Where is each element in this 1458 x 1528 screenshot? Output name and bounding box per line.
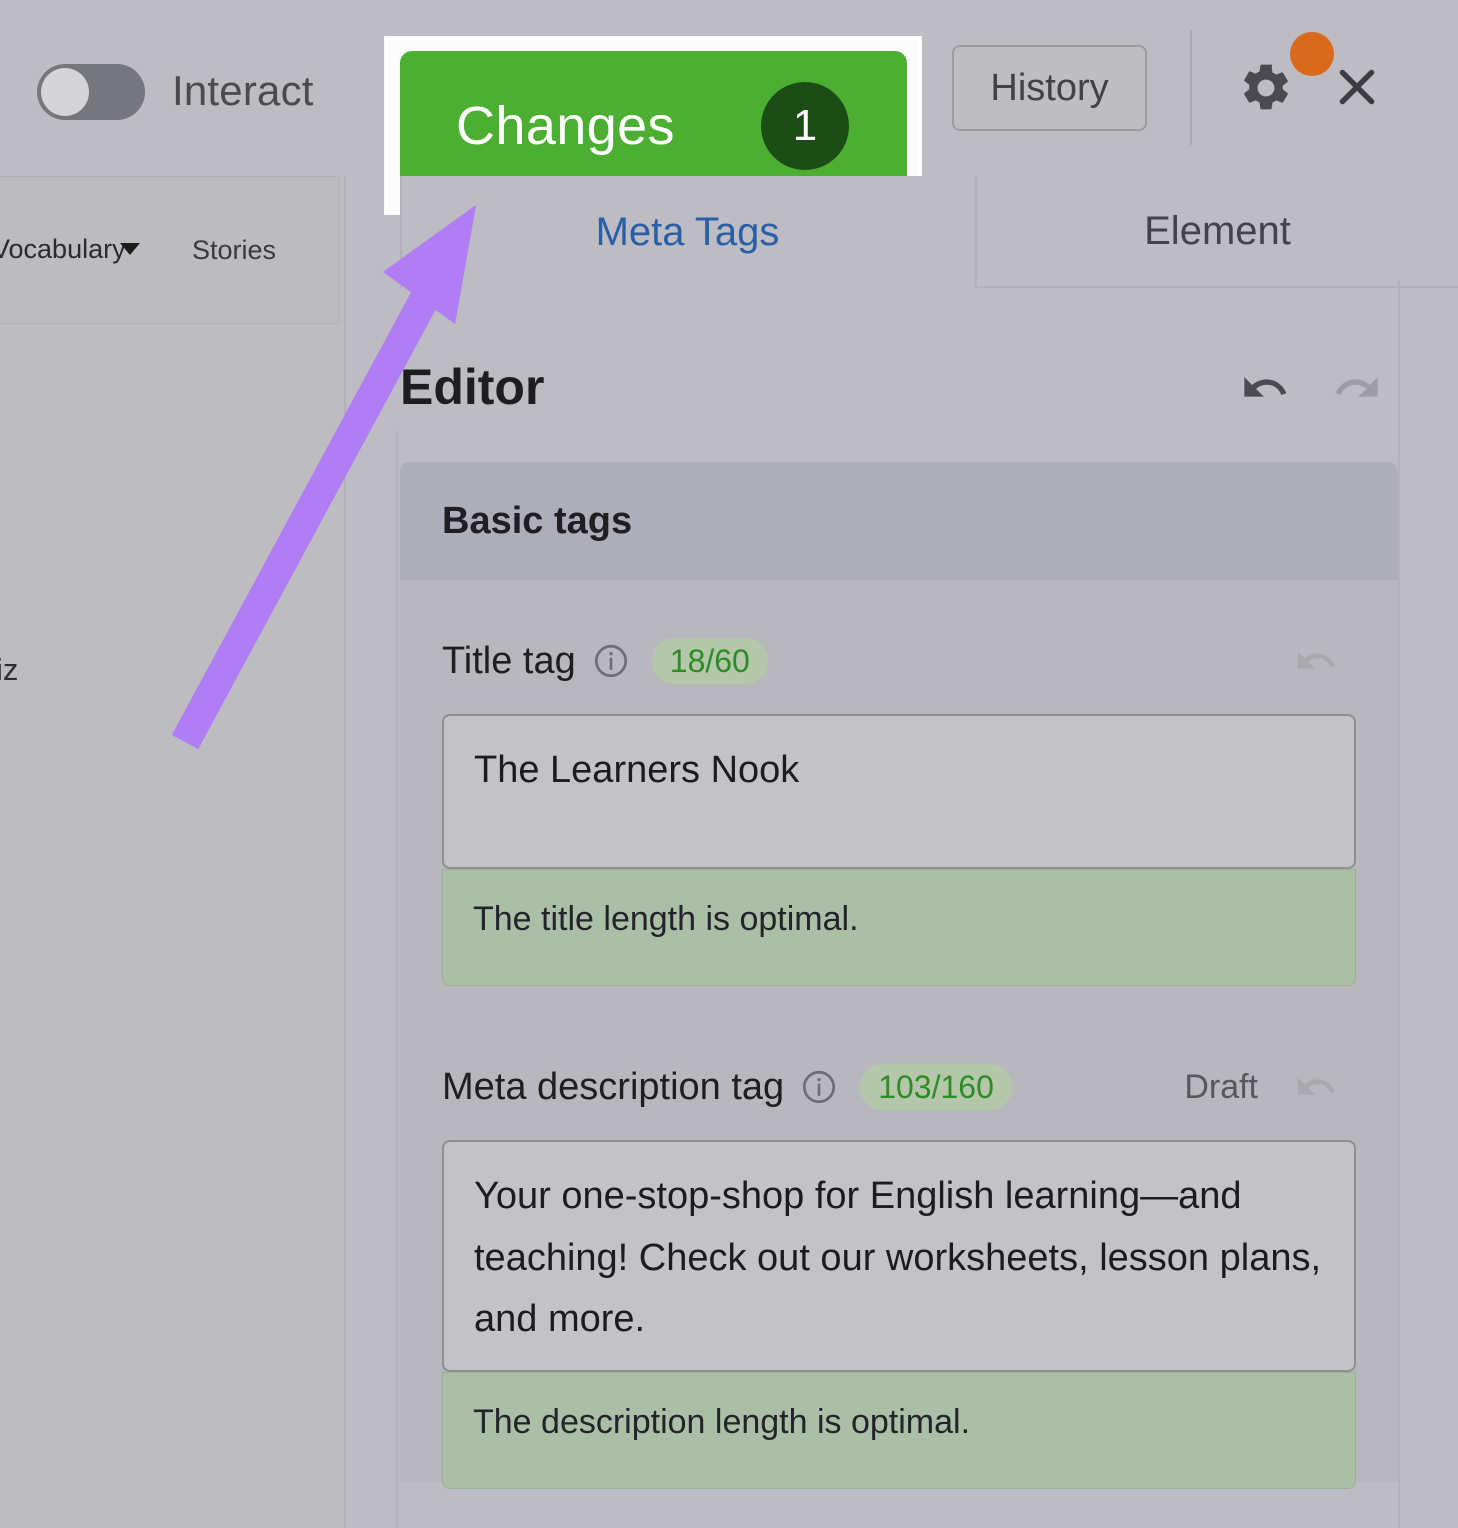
field-title-tag-labelrow: Title tag 18/60 (442, 630, 1398, 692)
undo-icon[interactable] (1240, 362, 1292, 414)
panel-divider-right (1398, 280, 1400, 1528)
gear-icon[interactable] (1238, 60, 1294, 116)
close-icon[interactable] (1332, 62, 1382, 112)
field-meta-description-labelrow: Meta description tag 103/160 Draft (442, 1056, 1398, 1118)
history-button[interactable]: History (952, 45, 1147, 131)
revert-icon[interactable] (1294, 638, 1340, 684)
basic-tags-panel: Basic tags Title tag 18/60 (400, 462, 1398, 1482)
panel-header: Basic tags (400, 462, 1398, 580)
field-meta-description-tag: Meta description tag 103/160 Draft Your (400, 1056, 1398, 1489)
title-tag-hint: The title length is optimal. (442, 869, 1356, 986)
revert-icon[interactable] (1294, 1064, 1340, 1110)
title-tag-input[interactable]: The Learners Nook (442, 714, 1356, 869)
tab-bar: Meta Tags Element (345, 176, 1458, 288)
background-text-fragment: iz (0, 652, 18, 688)
changes-count-badge: 1 (761, 82, 849, 170)
info-icon[interactable] (592, 642, 630, 680)
background-nav-item-stories[interactable]: Stories (192, 235, 276, 266)
info-icon[interactable] (800, 1068, 838, 1106)
meta-description-input[interactable]: Your one-stop-shop for English learning—… (442, 1140, 1356, 1372)
interact-toggle-knob (41, 68, 89, 116)
toolbar-divider (1190, 30, 1192, 145)
changes-button-label: Changes (456, 95, 675, 157)
panel-divider-inner (396, 430, 398, 1528)
interact-toggle[interactable] (37, 64, 145, 120)
field-title-tag: Title tag 18/60 The Learners Nook The ti… (400, 630, 1398, 986)
chevron-down-icon (120, 243, 140, 255)
interact-toggle-label: Interact (172, 67, 314, 115)
tab-element[interactable]: Element (975, 176, 1458, 288)
tab-meta-tags-label: Meta Tags (596, 210, 780, 255)
meta-description-character-counter: 103/160 (860, 1064, 1012, 1110)
field-meta-description-label: Meta description tag (442, 1066, 784, 1109)
title-tag-character-counter: 18/60 (652, 638, 768, 684)
tab-meta-tags[interactable]: Meta Tags (400, 176, 975, 288)
redo-icon[interactable] (1330, 362, 1382, 414)
background-page (0, 0, 345, 1528)
tab-meta-left-border (400, 176, 402, 288)
page-title: Editor (400, 358, 544, 416)
draft-status-label: Draft (1184, 1068, 1258, 1107)
tab-element-label: Element (1144, 209, 1291, 254)
background-nav-item-vocabulary[interactable]: Vocabulary (0, 234, 126, 265)
panel-header-title: Basic tags (442, 500, 632, 543)
field-title-tag-label: Title tag (442, 640, 576, 683)
notification-dot (1290, 32, 1334, 76)
meta-description-hint: The description length is optimal. (442, 1372, 1356, 1489)
history-button-label: History (990, 67, 1108, 110)
app-root: Vocabulary Stories iz Interact Changes 1… (0, 0, 1458, 1528)
